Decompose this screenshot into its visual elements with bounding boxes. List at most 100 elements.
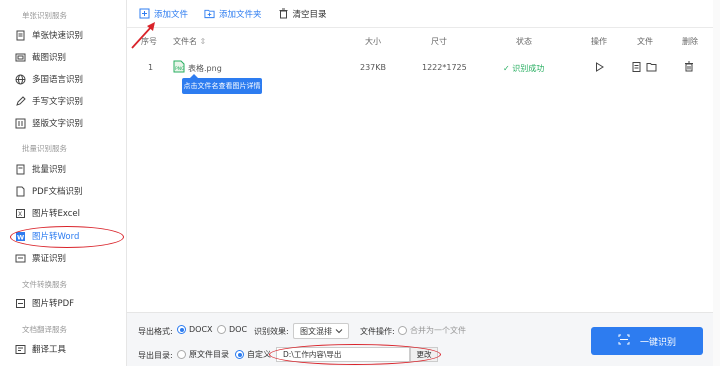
format-docx-radio[interactable]: DOCX (177, 325, 213, 334)
col-status: 状态 (516, 37, 532, 46)
format-doc-radio[interactable]: DOC (217, 325, 247, 334)
globe-icon (14, 73, 26, 85)
sidebar-item-label: 批量识别 (32, 165, 67, 175)
export-format-label: 导出格式: (138, 327, 173, 336)
scrollbar[interactable] (713, 0, 720, 366)
sidebar-item-multilang[interactable]: 多国语言识别 (14, 70, 120, 88)
filename-tooltip: 点击文件名查看图片详情 (182, 74, 262, 94)
radio-dot (217, 325, 226, 334)
sidebar-item-label: 多国语言识别 (32, 75, 84, 85)
sidebar-item-label: PDF文档识别 (32, 187, 83, 197)
row-filename[interactable]: 表格.png (188, 63, 222, 74)
file-operation-label: 文件操作: (360, 327, 395, 336)
sidebar-item-excel[interactable]: X 图片转Excel (14, 204, 120, 222)
dir-custom-radio[interactable]: 自定义 (235, 349, 271, 360)
sidebar-item-img-to-pdf[interactable]: 图片转PDF (14, 294, 120, 312)
dir-custom-label: 自定义 (247, 350, 271, 359)
chevron-down-icon (335, 327, 343, 337)
sidebar-item-label: 翻译工具 (32, 345, 67, 355)
ticket-icon (14, 252, 26, 264)
pen-icon (14, 95, 26, 107)
svg-text:X: X (18, 211, 22, 218)
row-status: ✓ 识别成功 (503, 63, 544, 74)
add-folder-button[interactable]: 添加文件夹 (204, 8, 262, 20)
table-row: 1 PNG 表格.png 237KB 1222*1725 ✓ 识别成功 (127, 58, 720, 78)
format-docx-label: DOCX (189, 325, 213, 334)
sidebar-item-handwriting[interactable]: 手写文字识别 (14, 92, 120, 110)
radio-dot (177, 325, 186, 334)
open-document-icon[interactable] (632, 62, 641, 74)
effect-select-value: 图文混排 (300, 326, 332, 336)
highlight-ring-word (10, 226, 124, 248)
sidebar-item-label: 票证识别 (32, 254, 67, 264)
col-delete: 删除 (682, 37, 698, 46)
play-icon[interactable] (595, 62, 604, 74)
sidebar-item-label: 单张快速识别 (32, 31, 84, 41)
effect-select[interactable]: 图文混排 (293, 323, 349, 339)
sidebar-item-label: 图片转Excel (32, 209, 81, 219)
sort-icon: ⇕ (199, 37, 207, 46)
col-dimension: 尺寸 (431, 37, 447, 46)
recognize-label: 一键识别 (639, 337, 676, 348)
highlight-ring-path (269, 344, 441, 365)
col-index: 序号 (141, 37, 157, 46)
screenshot-icon (14, 51, 26, 63)
effect-label: 识别效果: (254, 327, 289, 336)
clear-directory-button[interactable]: 清空目录 (278, 8, 327, 20)
export-dir-label: 导出目录: (138, 351, 173, 360)
sidebar-item-pdf[interactable]: PDF文档识别 (14, 182, 120, 200)
svg-text:PNG: PNG (175, 66, 185, 72)
trash-icon (278, 8, 289, 19)
section-title-convert: 文件转换服务 (22, 280, 67, 289)
col-size: 大小 (365, 37, 381, 46)
radio-dot (398, 326, 407, 335)
row-status-label: 识别成功 (512, 64, 545, 73)
sidebar-item-label: 截图识别 (32, 53, 67, 63)
format-doc-label: DOC (229, 325, 248, 334)
sidebar-item-batch[interactable]: 批量识别 (14, 160, 120, 178)
app-window: 单张识别服务 单张快速识别 截图识别 多国语言识别 手写文字识别 竖版文字识别 … (0, 0, 720, 366)
col-action: 操作 (591, 37, 607, 46)
sidebar-item-label: 竖版文字识别 (32, 119, 84, 129)
sidebar-item-single-quick[interactable]: 单张快速识别 (14, 26, 120, 44)
radio-dot (235, 350, 244, 359)
clear-directory-label: 清空目录 (292, 9, 327, 20)
excel-icon: X (14, 207, 26, 219)
sidebar-item-label: 手写文字识别 (32, 97, 84, 107)
scan-icon (618, 334, 630, 348)
add-folder-label: 添加文件夹 (219, 9, 262, 20)
radio-dot (177, 350, 186, 359)
row-dimension: 1222*1725 (422, 63, 467, 72)
col-filename-label: 文件名 (173, 37, 197, 46)
merge-file-label: 合并为一个文件 (410, 326, 466, 335)
document-icon (14, 29, 26, 41)
translate-icon (14, 343, 26, 355)
export-settings-panel: 导出格式: DOCX DOC 识别效果: 图文混排 文件操作: 合并为一个文件 … (127, 312, 720, 366)
sidebar-item-translate[interactable]: 翻译工具 (14, 340, 120, 358)
merge-file-radio[interactable]: 合并为一个文件 (398, 325, 466, 336)
batch-icon (14, 163, 26, 175)
row-index: 1 (148, 63, 154, 72)
check-icon: ✓ (503, 64, 513, 73)
pdf-file-icon (14, 297, 26, 309)
sidebar-item-label: 图片转PDF (32, 299, 75, 309)
col-filename[interactable]: 文件名 ⇕ (173, 36, 206, 47)
delete-icon[interactable] (684, 61, 694, 74)
dir-original-radio[interactable]: 原文件目录 (177, 349, 229, 360)
sidebar-item-vertical[interactable]: 竖版文字识别 (14, 114, 120, 132)
section-title-translate: 文档翻译服务 (22, 325, 67, 334)
sidebar-item-screenshot[interactable]: 截图识别 (14, 48, 120, 66)
recognize-button[interactable]: 一键识别 (591, 327, 703, 355)
toolbar: 添加文件 添加文件夹 清空目录 (127, 0, 720, 28)
vertical-text-icon (14, 117, 26, 129)
open-folder-icon[interactable] (646, 62, 657, 74)
image-file-icon: PNG (173, 60, 185, 75)
row-size: 237KB (360, 63, 387, 72)
sidebar: 单张识别服务 单张快速识别 截图识别 多国语言识别 手写文字识别 竖版文字识别 … (0, 0, 127, 366)
table-header: 序号 文件名 ⇕ 大小 尺寸 状态 操作 文件 删除 (127, 32, 720, 50)
pdf-icon (14, 185, 26, 197)
add-folder-icon (204, 8, 215, 19)
section-title-batch: 批量识别服务 (22, 144, 67, 153)
col-file: 文件 (637, 37, 653, 46)
sidebar-item-ticket[interactable]: 票证识别 (14, 249, 120, 267)
